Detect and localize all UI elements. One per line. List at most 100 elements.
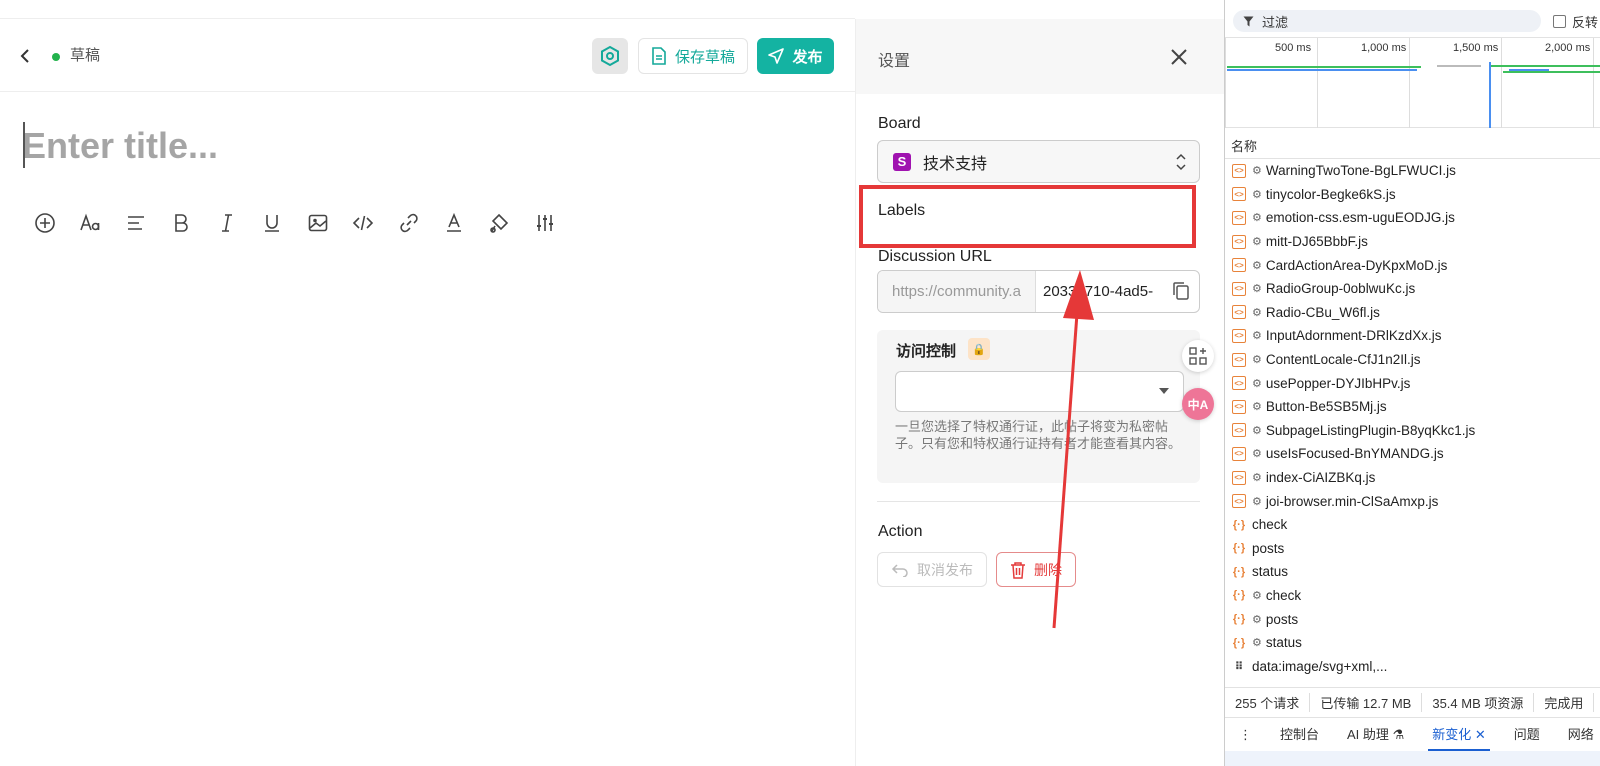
service-worker-gear-icon: ⚙: [1252, 306, 1262, 319]
request-name: posts: [1252, 540, 1285, 556]
request-name: Button-Be5SB5Mj.js: [1265, 399, 1387, 415]
board-select[interactable]: S 技术支持: [877, 140, 1200, 183]
formatting-toolbar: [22, 207, 568, 239]
request-row[interactable]: <> ⚙ Button-Be5SB5Mj.js: [1225, 395, 1600, 419]
image-button[interactable]: [295, 207, 341, 239]
drawer-tab-label: AI 助理 ⚗: [1347, 726, 1405, 742]
text-color-button[interactable]: [432, 207, 478, 239]
bold-button[interactable]: [159, 207, 205, 239]
settings-title: 设置: [878, 53, 911, 70]
service-worker-gear-icon: ⚙: [1252, 259, 1262, 272]
invert-checkbox[interactable]: 反转: [1553, 12, 1598, 31]
align-button[interactable]: [113, 207, 159, 239]
request-row[interactable]: <> ⚙ usePopper-DYJIbHPv.js: [1225, 371, 1600, 395]
font-size-button[interactable]: [68, 207, 114, 239]
service-worker-gear-icon: ⚙: [1252, 448, 1262, 461]
more-settings-button[interactable]: [523, 207, 569, 239]
publish-button[interactable]: 发布: [757, 38, 834, 74]
request-row[interactable]: <> ⚙ InputAdornment-DRlKzdXx.js: [1225, 324, 1600, 348]
paint-bucket-icon: [489, 213, 508, 233]
logo-icon: [32, 0, 58, 10]
drawer-tab-label: 网络: [1567, 726, 1594, 742]
caret-down-icon: [1159, 388, 1169, 394]
drawer-tab[interactable]: 新变化 ✕: [1418, 718, 1500, 752]
code-button[interactable]: [341, 207, 387, 239]
request-row[interactable]: <> ⚙ RadioGroup-0oblwuKc.js: [1225, 277, 1600, 301]
labels-label[interactable]: Labels: [878, 202, 925, 220]
name-column-header[interactable]: 名称: [1225, 128, 1600, 159]
network-timeline[interactable]: 500 ms 1,000 ms 1,500 ms 2,000 ms: [1225, 38, 1600, 128]
highlight-button[interactable]: [477, 207, 523, 239]
script-file-icon: <>: [1232, 328, 1246, 343]
request-row[interactable]: <> ⚙ index-CiAIZBKq.js: [1225, 466, 1600, 490]
script-file-icon: <>: [1232, 446, 1246, 461]
access-control-card: 访问控制 🔒 一旦您选择了特权通行证，此帖子将变为私密帖子。只有您和特权通行证持…: [877, 330, 1200, 483]
network-summary: 255 个请求 已传输 12.7 MB 35.4 MB 项资源 完成用: [1225, 687, 1600, 717]
request-name: joi-browser.min-ClSaAmxp.js: [1265, 493, 1439, 509]
request-row[interactable]: <> ⚙ emotion-css.esm-uguEODJG.js: [1225, 206, 1600, 230]
drawer-tab[interactable]: 网络: [1554, 718, 1600, 752]
request-row[interactable]: {·} status: [1225, 560, 1600, 584]
fetch-request-icon: {·}: [1232, 565, 1246, 578]
script-file-icon: <>: [1232, 258, 1246, 273]
request-row[interactable]: {·} check: [1225, 513, 1600, 537]
request-name: mitt-DJ65BbbF.js: [1265, 234, 1368, 250]
url-slug-input[interactable]: [1038, 271, 1173, 312]
request-row[interactable]: {·} posts: [1225, 537, 1600, 561]
request-row[interactable]: <> ⚙ CardActionArea-DyKpxMoD.js: [1225, 253, 1600, 277]
timeline-tick: 1,500 ms: [1453, 42, 1499, 54]
title-input[interactable]: [22, 120, 822, 172]
back-arrow-icon[interactable]: [16, 46, 36, 66]
save-draft-button[interactable]: 保存草稿: [638, 38, 748, 74]
close-icon[interactable]: [1166, 44, 1192, 70]
request-row[interactable]: <> ⚙ Radio-CBu_W6fl.js: [1225, 301, 1600, 325]
underline-button[interactable]: [250, 207, 296, 239]
request-row[interactable]: {·} ⚙ posts: [1225, 607, 1600, 631]
link-button[interactable]: [386, 207, 432, 239]
close-tab-icon[interactable]: ✕: [1471, 727, 1486, 742]
request-name: ContentLocale-CfJ1n2Il.js: [1265, 352, 1421, 368]
timeline-tick: 1,000 ms: [1361, 42, 1407, 54]
drawer-tab[interactable]: AI 助理 ⚗: [1333, 718, 1418, 752]
request-row[interactable]: <> ⚙ WarningTwoTone-BgLFWUCI.js: [1225, 159, 1600, 183]
apps-float-button[interactable]: [1182, 340, 1214, 372]
drawer-tab[interactable]: 控制台: [1266, 718, 1333, 752]
request-name: WarningTwoTone-BgLFWUCI.js: [1265, 163, 1456, 179]
settings-toggle-button[interactable]: [592, 38, 628, 74]
request-row[interactable]: <> ⚙ ContentLocale-CfJ1n2Il.js: [1225, 348, 1600, 372]
filter-input[interactable]: 过滤: [1233, 10, 1541, 32]
request-name: InputAdornment-DRlKzdXx.js: [1265, 328, 1442, 344]
request-row[interactable]: {·} ⚙ check: [1225, 584, 1600, 608]
privilege-pass-select[interactable]: [895, 371, 1184, 412]
devtools-network-panel: 过滤 反转 500 ms 1,000 ms 1,500 ms 2,000 ms: [1224, 0, 1600, 766]
font-size-icon: [80, 213, 100, 231]
service-worker-gear-icon: ⚙: [1252, 495, 1262, 508]
request-row[interactable]: ⠿ data:image/svg+xml,...: [1225, 654, 1600, 678]
request-list: <> ⚙ WarningTwoTone-BgLFWUCI.js <> ⚙ tinycolo…: [1225, 159, 1600, 687]
italic-button[interactable]: [204, 207, 250, 239]
request-name: usePopper-DYJIbHPv.js: [1265, 375, 1411, 391]
request-row[interactable]: <> ⚙ mitt-DJ65BbbF.js: [1225, 230, 1600, 254]
service-worker-gear-icon: ⚙: [1252, 330, 1262, 343]
fetch-request-icon: {·}: [1232, 589, 1246, 602]
drawer-tab-label: 问题: [1513, 726, 1540, 742]
translate-float-button[interactable]: 中A: [1182, 388, 1214, 420]
request-name: status: [1265, 635, 1302, 651]
request-row[interactable]: <> ⚙ useIsFocused-BnYMANDG.js: [1225, 442, 1600, 466]
link-icon: [400, 213, 418, 233]
request-row[interactable]: <> ⚙ joi-browser.min-ClSaAmxp.js: [1225, 489, 1600, 513]
request-row[interactable]: {·} ⚙ status: [1225, 631, 1600, 655]
drawer-menu-icon[interactable]: ⋮: [1225, 718, 1266, 752]
drawer-tab[interactable]: 问题: [1500, 718, 1554, 752]
request-row[interactable]: <> ⚙ tinycolor-Begke6kS.js: [1225, 183, 1600, 207]
request-row[interactable]: <> ⚙ SubpageListingPlugin-B8yqKkc1.js: [1225, 419, 1600, 443]
copy-icon[interactable]: [1171, 281, 1191, 301]
checkbox-box[interactable]: [1553, 15, 1566, 28]
text-color-icon: [447, 212, 462, 232]
script-file-icon: <>: [1232, 494, 1246, 509]
service-worker-gear-icon: ⚙: [1252, 165, 1262, 178]
summary-item: 255 个请求: [1225, 693, 1311, 712]
status-dot-icon: [52, 53, 60, 61]
insert-button[interactable]: [22, 207, 68, 239]
delete-button[interactable]: 删除: [996, 552, 1076, 587]
